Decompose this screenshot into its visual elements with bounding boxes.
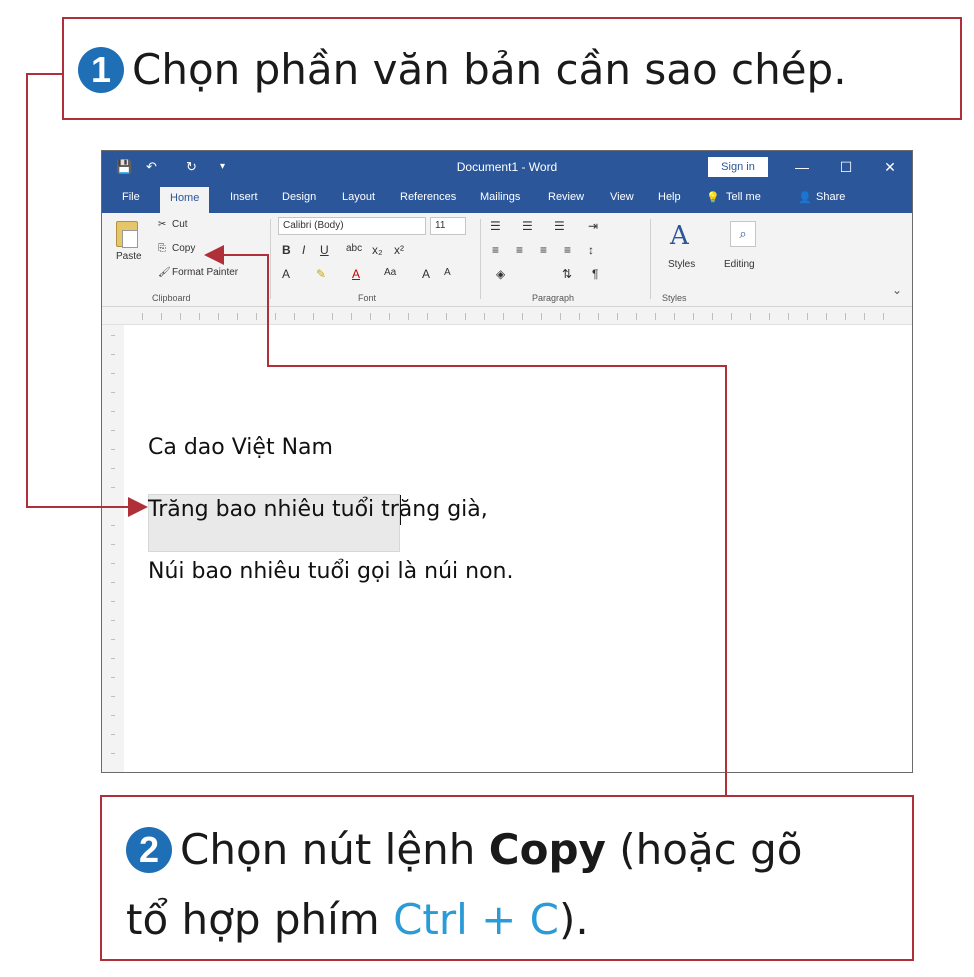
scissors-icon: ✂	[158, 219, 167, 230]
document-line-1[interactable]: Trăng bao nhiêu tuổi trăng già,	[148, 497, 488, 522]
minimize-button[interactable]: —	[788, 156, 816, 178]
group-separator	[650, 219, 651, 299]
share-button[interactable]: Share	[816, 191, 845, 203]
multilevel-list-icon[interactable]: ☰	[554, 219, 565, 233]
numbering-icon[interactable]: ☰	[522, 219, 533, 233]
underline-icon[interactable]: U	[320, 243, 329, 257]
step-1-badge: 1	[78, 46, 124, 93]
bullets-icon[interactable]: ☰	[490, 219, 501, 233]
format-painter-button[interactable]: Format Painter	[172, 267, 238, 278]
step-2-line2-prefix: tổ hợp phím	[126, 895, 394, 944]
styles-group-label: Styles	[662, 293, 687, 303]
ruler-ticks	[111, 335, 115, 765]
step-2-text: Chọn nút lệnh Copy (hoặc gõ	[180, 825, 802, 874]
ribbon-home: Paste ✂ Cut ⎘ Copy 🖌 Format Painter Clip…	[102, 213, 912, 307]
vertical-ruler	[102, 325, 124, 772]
tab-layout[interactable]: Layout	[342, 191, 375, 203]
title-bar: 💾 ↶ ↻ ▾ Document1 - Word Sign in — ☐ ✕	[102, 151, 912, 185]
maximize-button[interactable]: ☐	[832, 156, 860, 178]
text-cursor	[400, 495, 401, 525]
ruler-ticks	[142, 313, 902, 320]
indent-icon[interactable]: ⇥	[588, 219, 598, 233]
styles-button[interactable]: Styles	[668, 259, 695, 270]
copy-button[interactable]: Copy	[172, 243, 195, 254]
step-2-line-2: tổ hợp phím Ctrl + C).	[126, 895, 589, 944]
align-right-icon[interactable]: ≡	[540, 243, 547, 257]
styles-icon[interactable]: A	[670, 221, 689, 251]
copy-icon: ⎘	[158, 243, 166, 254]
lightbulb-icon: 💡	[706, 192, 720, 204]
sign-in-button[interactable]: Sign in	[708, 157, 768, 177]
search-icon[interactable]: ⌕	[730, 221, 756, 247]
strikethrough-icon[interactable]: abc	[346, 243, 362, 254]
step-2-text-suffix: (hoặc gõ	[605, 825, 803, 875]
tab-home[interactable]: Home	[160, 187, 210, 213]
align-center-icon[interactable]: ≡	[516, 243, 523, 257]
shortcut-keys: Ctrl + C	[393, 895, 560, 944]
bold-icon[interactable]: B	[282, 243, 291, 257]
tell-me-box[interactable]: Tell me	[726, 191, 761, 203]
shading-icon[interactable]: ◈	[496, 267, 505, 281]
change-case-icon[interactable]: Aa	[384, 267, 396, 278]
tab-mailings[interactable]: Mailings	[480, 191, 520, 203]
sort-icon[interactable]: ⇅	[562, 267, 572, 281]
editing-button[interactable]: Editing	[724, 259, 755, 270]
group-separator	[480, 219, 481, 299]
tab-file[interactable]: File	[122, 191, 140, 203]
justify-icon[interactable]: ≡	[564, 243, 571, 257]
close-button[interactable]: ✕	[876, 156, 904, 178]
document-line-2[interactable]: Núi bao nhiêu tuổi gọi là núi non.	[148, 559, 513, 584]
person-icon: 👤	[798, 192, 812, 204]
align-left-icon[interactable]: ≡	[492, 243, 499, 257]
superscript-icon[interactable]: x²	[394, 243, 404, 257]
shrink-font-icon[interactable]: A	[444, 267, 451, 278]
step-1-line: 1 Chọn phần văn bản cần sao chép.	[78, 43, 847, 94]
step-2-badge: 2	[126, 826, 172, 873]
step-2-copy-label: Copy	[488, 825, 606, 875]
chevron-down-icon[interactable]: ⌄	[892, 283, 902, 297]
tab-insert[interactable]: Insert	[230, 191, 258, 203]
paste-icon[interactable]	[116, 221, 138, 248]
cut-button[interactable]: Cut	[172, 219, 188, 230]
clipboard-group-label: Clipboard	[152, 293, 191, 303]
font-size-select[interactable]: 11	[430, 217, 466, 235]
horizontal-ruler	[102, 307, 912, 325]
tab-help[interactable]: Help	[658, 191, 681, 203]
ribbon-tabs: File Home Insert Design Layout Reference…	[102, 185, 912, 213]
step-2-text-prefix: Chọn nút lệnh	[180, 825, 489, 875]
step-2-line2-suffix: ).	[559, 895, 589, 944]
instruction-callout-step-2: 2 Chọn nút lệnh Copy (hoặc gõ tổ hợp phím…	[100, 795, 914, 961]
italic-icon[interactable]: I	[302, 243, 305, 257]
word-window: 💾 ↶ ↻ ▾ Document1 - Word Sign in — ☐ ✕ F…	[101, 150, 913, 773]
document-heading[interactable]: Ca dao Việt Nam	[148, 435, 333, 460]
font-name-select[interactable]: Calibri (Body)	[278, 217, 426, 235]
highlight-icon[interactable]: ✎	[316, 267, 326, 281]
tab-view[interactable]: View	[610, 191, 634, 203]
grow-font-icon[interactable]: A	[422, 267, 430, 281]
step-1-text: Chọn phần văn bản cần sao chép.	[132, 45, 847, 95]
subscript-icon[interactable]: x₂	[372, 243, 383, 257]
text-effects-icon[interactable]: A	[282, 267, 290, 281]
tab-design[interactable]: Design	[282, 191, 316, 203]
tab-references[interactable]: References	[400, 191, 456, 203]
paste-button-label[interactable]: Paste	[116, 251, 142, 262]
instruction-callout-step-1: 1 Chọn phần văn bản cần sao chép.	[62, 17, 962, 120]
tab-review[interactable]: Review	[548, 191, 584, 203]
group-separator	[270, 219, 271, 299]
step-2-line-1: 2 Chọn nút lệnh Copy (hoặc gõ	[126, 823, 802, 874]
pilcrow-icon[interactable]: ¶	[592, 267, 598, 281]
format-painter-icon: 🖌	[158, 267, 171, 278]
document-page[interactable]: Ca dao Việt Nam Trăng bao nhiêu tuổi tră…	[124, 325, 912, 772]
font-group-label: Font	[358, 293, 377, 303]
paragraph-group-label: Paragraph	[532, 293, 575, 303]
font-color-icon[interactable]: A	[352, 267, 360, 281]
line-spacing-icon[interactable]: ↕	[588, 243, 594, 257]
